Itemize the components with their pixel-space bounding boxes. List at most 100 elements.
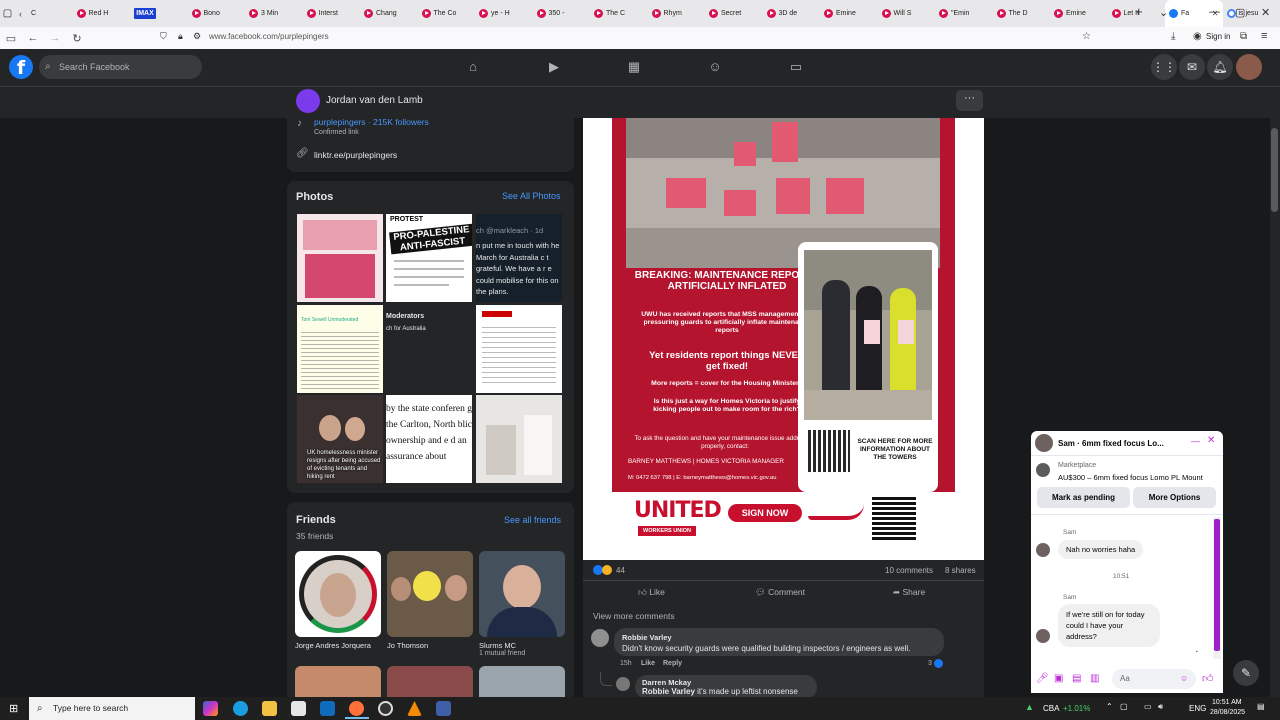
sticker-icon[interactable]: ▤: [1072, 673, 1081, 684]
sign-in-button[interactable]: Sign in: [1206, 32, 1230, 41]
tray-icon[interactable]: ▢: [1120, 702, 1128, 711]
firefox-icon[interactable]: [349, 701, 364, 716]
browser-tab[interactable]: is jesu: [1223, 0, 1280, 27]
home-icon[interactable]: ⌂: [465, 59, 481, 75]
photo-icon[interactable]: ▣: [1054, 673, 1063, 684]
photo-tile[interactable]: by the state conferen g the Carlton, Nor…: [386, 395, 472, 483]
downloads-icon[interactable]: ⤓: [1171, 31, 1175, 42]
tab-list-chevron-icon[interactable]: ⌄: [1159, 6, 1168, 19]
browser-tab[interactable]: Interst: [303, 0, 361, 27]
chat-scrollbar-thumb[interactable]: [1214, 519, 1220, 651]
marketplace-icon[interactable]: ▦: [626, 59, 642, 75]
page-avatar[interactable]: [296, 89, 320, 113]
comment-author[interactable]: Darren Mckay: [642, 678, 810, 687]
video-icon[interactable]: ▶: [546, 59, 562, 75]
browser-tab[interactable]: Emine: [1050, 0, 1108, 27]
browser-tab[interactable]: Red H: [73, 0, 131, 27]
mark-as-pending-button[interactable]: Mark as pending: [1037, 487, 1130, 508]
search-input[interactable]: ⌕ Search Facebook: [39, 55, 202, 79]
network-icon[interactable]: ▭: [1144, 702, 1152, 711]
stock-change[interactable]: +1.01%: [1063, 704, 1090, 713]
file-explorer-icon[interactable]: [262, 701, 277, 716]
stock-ticker[interactable]: CBA: [1043, 704, 1059, 713]
browser-tab[interactable]: Rhym: [648, 0, 706, 27]
photo-tile[interactable]: [297, 214, 383, 302]
language-indicator[interactable]: ENG: [1189, 704, 1206, 713]
chat-avatar[interactable]: [1035, 434, 1053, 452]
browser-tab[interactable]: IMAX: [130, 0, 188, 27]
page-scrollbar-thumb[interactable]: [1271, 128, 1278, 212]
friend-card[interactable]: Slurms MC 1 mutual friend: [479, 551, 565, 657]
copilot-icon[interactable]: [203, 701, 218, 716]
comment-author[interactable]: Robbie Varley: [622, 633, 936, 642]
sidebar-icon[interactable]: ▭: [0, 32, 22, 45]
friend-name[interactable]: Jo Thomson: [387, 641, 473, 650]
photo-tile[interactable]: ch @markleach · 1d n put me in touch wit…: [476, 214, 562, 302]
friend-name[interactable]: Jorge Andres Jorquera: [295, 641, 381, 650]
comment-avatar[interactable]: [591, 629, 609, 647]
facebook-logo-icon[interactable]: f: [9, 55, 33, 79]
browser-tab[interactable]: Bono: [188, 0, 246, 27]
friend-card[interactable]: Jo Thomson: [387, 551, 473, 650]
lock-icon[interactable]: 🔒︎: [178, 31, 183, 42]
menu-grid-icon[interactable]: ⋮⋮: [1151, 54, 1177, 80]
url-field[interactable]: www.facebook.com/purplepingers: [209, 32, 329, 41]
tab-overview-icon[interactable]: ▢: [0, 8, 15, 19]
listing-thumbnail[interactable]: [1036, 463, 1050, 477]
comment-like-button[interactable]: Like: [641, 660, 655, 667]
sign-now-button[interactable]: SIGN NOW: [728, 504, 802, 522]
friend-card[interactable]: Jorge Andres Jorquera: [295, 551, 381, 650]
browser-tab[interactable]: "Emin: [935, 0, 993, 27]
comments-count[interactable]: 10 comments: [885, 566, 933, 575]
wow-reaction-icon[interactable]: [602, 565, 612, 575]
friend-avatar[interactable]: [387, 551, 473, 637]
chat-minimize-button[interactable]: —: [1191, 436, 1200, 446]
comment-button[interactable]: 💬︎ Comment: [755, 587, 805, 598]
comment-reply-button[interactable]: Reply: [663, 660, 682, 667]
permissions-icon[interactable]: ⚙: [193, 31, 201, 42]
browser-tab[interactable]: The D: [993, 0, 1051, 27]
message-input[interactable]: Aa ☺: [1112, 669, 1196, 689]
browser-tab[interactable]: 3D de: [763, 0, 821, 27]
browser-tab[interactable]: The Co: [418, 0, 476, 27]
message-bubble[interactable]: If we're still on for today could I have…: [1058, 604, 1160, 647]
messenger-icon[interactable]: ✉: [1179, 54, 1205, 80]
reaction-count[interactable]: 44: [616, 566, 625, 575]
edge-icon[interactable]: [233, 701, 248, 716]
windows-start-icon[interactable]: ⊞: [9, 702, 18, 715]
comment-avatar[interactable]: [616, 677, 630, 691]
clock-time[interactable]: 10:51 AM: [1212, 699, 1242, 706]
taskbar-search-input[interactable]: ⌕ Type here to search: [29, 697, 195, 720]
browser-tab[interactable]: 350 -: [533, 0, 591, 27]
post-image[interactable]: BREAKING: MAINTENANCE REPORTS ARTIFICIAL…: [612, 118, 955, 552]
reload-button[interactable]: ↻: [66, 32, 88, 45]
listing-title[interactable]: AU$300 – 6mm fixed focus Lomo PL Mount: [1058, 473, 1203, 482]
photo-tile[interactable]: [476, 395, 562, 483]
browser-tab[interactable]: Emine: [820, 0, 878, 27]
browser-tab[interactable]: 3 Min: [245, 0, 303, 27]
comment-mention[interactable]: Robbie Varley: [642, 687, 695, 696]
bookmark-star-icon[interactable]: ☆: [1082, 31, 1091, 42]
microphone-icon[interactable]: 🎤︎: [1036, 673, 1049, 684]
close-window-button[interactable]: ✕: [1261, 6, 1270, 19]
comment-reaction-count[interactable]: 3: [928, 660, 932, 667]
page-title[interactable]: Jordan van den Lamb: [326, 95, 423, 106]
photo-tile[interactable]: Moderators ch for Australia: [386, 305, 472, 393]
clock-date[interactable]: 28/08/2025: [1210, 709, 1245, 716]
browser-tab[interactable]: ye - H: [475, 0, 533, 27]
view-more-comments-link[interactable]: View more comments: [593, 611, 675, 621]
profile-avatar[interactable]: [1236, 54, 1262, 80]
back-button[interactable]: ←: [22, 32, 44, 44]
photo-tile[interactable]: PROTEST PRO-PALESTINE ANTI-FASCIST: [386, 214, 472, 302]
browser-tab[interactable]: Chang: [360, 0, 418, 27]
message-bubble[interactable]: Nah no worries haha: [1058, 540, 1144, 559]
new-message-button[interactable]: ✎: [1233, 660, 1259, 686]
emoji-icon[interactable]: ☺: [1180, 669, 1188, 689]
comment-time[interactable]: 15h: [620, 660, 632, 667]
thumbs-up-send-icon[interactable]: 👍︎: [1202, 672, 1214, 685]
account-icon[interactable]: ◉: [1193, 31, 1202, 42]
app-icon[interactable]: [436, 701, 451, 716]
chat-title[interactable]: Sam · 6mm fixed focus Lo...: [1058, 439, 1164, 448]
obs-icon[interactable]: [378, 701, 393, 716]
friend-avatar[interactable]: [295, 551, 381, 637]
